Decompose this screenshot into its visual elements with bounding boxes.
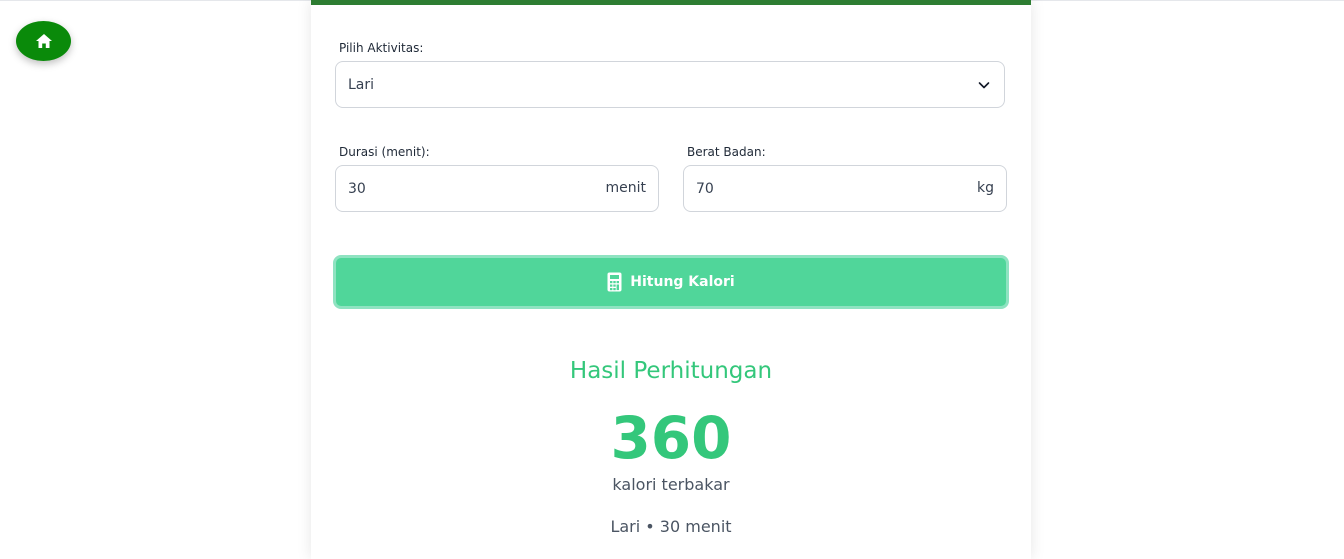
activity-label: Pilih Aktivitas: — [339, 41, 424, 55]
duration-value: 30 — [348, 180, 366, 197]
duration-unit: menit — [605, 180, 646, 196]
chevron-down-icon — [978, 82, 990, 89]
result-title: Hasil Perhitungan — [569, 358, 773, 384]
activity-selected-value: Lari — [348, 76, 375, 93]
calories-unit-text: kalori terbakar — [612, 475, 730, 494]
calories-value: 360 — [610, 404, 732, 472]
home-button[interactable] — [16, 21, 71, 61]
duration-label: Durasi (menit): — [339, 145, 430, 159]
weight-label: Berat Badan: — [687, 145, 766, 159]
result-summary: Lari • 30 menit — [610, 517, 732, 536]
weight-value: 70 — [696, 180, 714, 197]
weight-input[interactable]: 70 kg — [683, 165, 1007, 212]
activity-select[interactable]: Lari — [335, 61, 1005, 108]
calorie-calculator-card: Pilih Aktivitas: Lari Durasi (menit): 30… — [311, 0, 1031, 559]
weight-unit: kg — [977, 180, 994, 196]
calculator-icon — [607, 272, 622, 292]
home-icon — [35, 34, 52, 48]
duration-input[interactable]: 30 menit — [335, 165, 659, 212]
calculate-button-label: Hitung Kalori — [630, 274, 735, 290]
calculate-calories-button[interactable]: Hitung Kalori — [333, 255, 1009, 309]
